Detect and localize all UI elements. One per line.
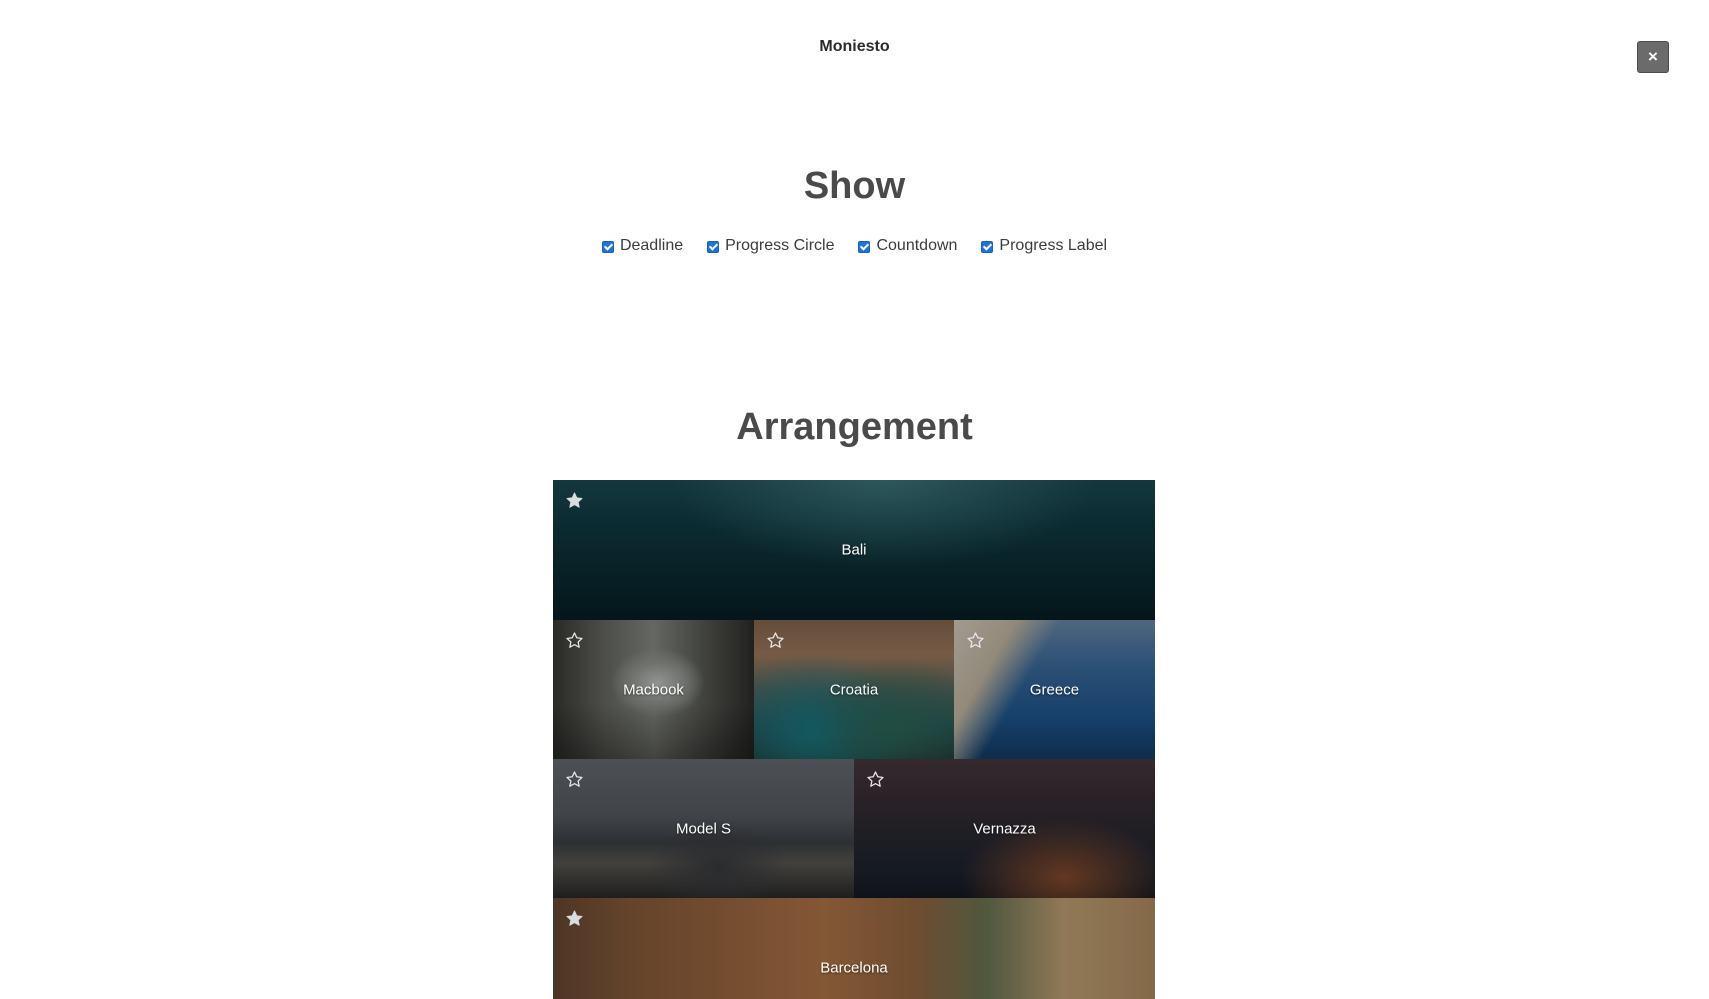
tile-label: Croatia	[829, 681, 879, 698]
star-outline-icon[interactable]	[565, 631, 584, 650]
arrangement-section-title: Arrangement	[736, 406, 973, 448]
tile-label: Model S	[675, 820, 732, 837]
tile-label: Barcelona	[820, 959, 888, 977]
option-label: Progress Label	[999, 237, 1108, 254]
option-countdown[interactable]: Countdown	[858, 237, 957, 255]
close-icon: ×	[1648, 47, 1658, 66]
tile-croatia[interactable]: Croatia	[754, 620, 954, 759]
tile-vernazza[interactable]: Vernazza	[854, 759, 1155, 898]
tile-bali[interactable]: Bali	[553, 480, 1155, 620]
option-label: Countdown	[876, 237, 958, 254]
option-deadline[interactable]: Deadline	[601, 237, 684, 255]
tile-macbook[interactable]: Macbook	[553, 620, 754, 759]
tile-greece[interactable]: Greece	[954, 620, 1155, 759]
star-filled-icon[interactable]	[565, 491, 584, 510]
show-options: Deadline Progress Circle Countdown Progr…	[0, 237, 1709, 255]
tile-label: Macbook	[623, 681, 684, 698]
star-outline-icon[interactable]	[565, 770, 584, 789]
star-outline-icon[interactable]	[966, 631, 985, 650]
show-section-title: Show	[803, 165, 906, 207]
tile-label: Vernazza	[973, 820, 1036, 837]
tile-label: Bali	[841, 541, 867, 559]
app-title: Moniesto	[819, 38, 890, 55]
star-outline-icon[interactable]	[866, 770, 885, 789]
checkbox-checked-icon[interactable]	[601, 241, 614, 253]
close-button[interactable]: ×	[1637, 41, 1669, 73]
checkbox-checked-icon[interactable]	[981, 241, 994, 253]
tile-overlay	[553, 898, 1155, 999]
tile-label: Greece	[1029, 681, 1080, 698]
tile-model-s[interactable]: Model S	[553, 759, 854, 898]
checkbox-checked-icon[interactable]	[858, 241, 871, 253]
option-label: Progress Circle	[725, 237, 835, 254]
option-progress-circle[interactable]: Progress Circle	[707, 237, 834, 255]
option-label: Deadline	[619, 237, 684, 254]
option-progress-label[interactable]: Progress Label	[981, 237, 1107, 255]
tile-barcelona[interactable]: Barcelona	[553, 898, 1155, 999]
star-filled-icon[interactable]	[565, 909, 584, 928]
checkbox-checked-icon[interactable]	[707, 241, 720, 253]
arrangement-grid: Bali Macbook Croatia Greece Model S Vern…	[553, 480, 1155, 999]
star-outline-icon[interactable]	[766, 631, 785, 650]
